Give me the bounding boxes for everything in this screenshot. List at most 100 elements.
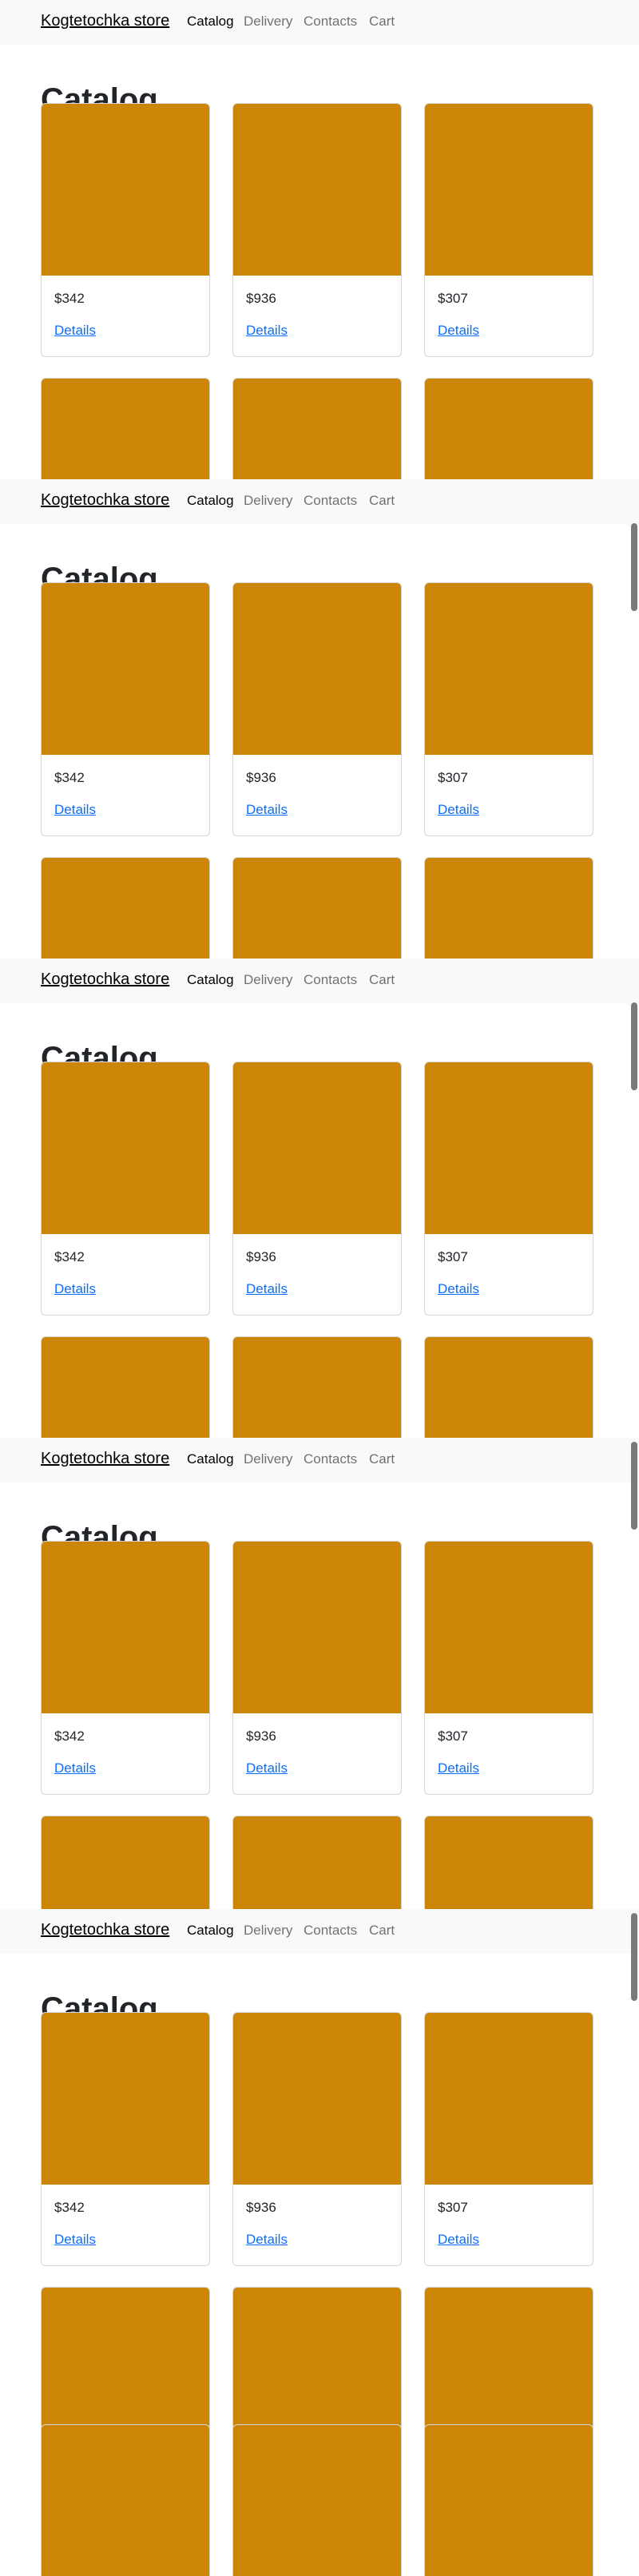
navbar: Kogtetochka store Catalog Delivery Contacts… bbox=[0, 1909, 639, 1954]
scrollbar-thumb[interactable] bbox=[631, 1002, 637, 1090]
scrollbar-thumb[interactable] bbox=[631, 1913, 637, 2001]
details-link[interactable]: Details bbox=[246, 323, 288, 339]
details-link[interactable]: Details bbox=[54, 2232, 96, 2248]
nav-link-catalog[interactable]: Catalog bbox=[187, 14, 234, 30]
nav-link-cart[interactable]: Cart bbox=[369, 1923, 395, 1939]
product-price: $342 bbox=[54, 291, 85, 306]
product-card[interactable]: $936Details bbox=[232, 2424, 402, 2576]
product-price: $307 bbox=[438, 1249, 468, 1264]
nav-link-delivery[interactable]: Delivery bbox=[244, 14, 292, 30]
brand-logo[interactable]: Kogtetochka store bbox=[41, 1450, 169, 1468]
browser-viewport: Kogtetochka store Catalog Delivery Contacts… bbox=[0, 1438, 639, 1909]
nav-link-delivery[interactable]: Delivery bbox=[244, 1923, 292, 1939]
product-card[interactable]: $307Details bbox=[424, 1336, 593, 1438]
product-image bbox=[233, 858, 401, 959]
product-card[interactable]: $307Details bbox=[424, 378, 593, 479]
product-card[interactable]: $936Details bbox=[232, 2012, 402, 2266]
product-card[interactable]: $342 Details bbox=[41, 582, 210, 836]
product-image bbox=[233, 1542, 401, 1713]
browser-viewport: Kogtetochka store Catalog Delivery Contacts… bbox=[0, 1909, 639, 2576]
product-image bbox=[425, 2425, 593, 2576]
product-card[interactable]: $342Details bbox=[41, 1816, 210, 1909]
product-card[interactable]: $342Details bbox=[41, 2424, 210, 2576]
details-link[interactable]: Details bbox=[438, 1281, 479, 1297]
details-link[interactable]: Details bbox=[246, 2232, 288, 2248]
product-image bbox=[425, 104, 593, 276]
nav-link-cart[interactable]: Cart bbox=[369, 14, 395, 30]
product-card[interactable]: $307 Details bbox=[424, 1062, 593, 1316]
product-image bbox=[233, 379, 401, 479]
details-link[interactable]: Details bbox=[246, 1760, 288, 1776]
product-price: $342 bbox=[54, 770, 85, 785]
details-link[interactable]: Details bbox=[438, 1760, 479, 1776]
product-card[interactable]: $342Details bbox=[41, 2012, 210, 2266]
product-price: $936 bbox=[246, 1249, 276, 1264]
details-link[interactable]: Details bbox=[438, 2232, 479, 2248]
nav-link-contacts[interactable]: Contacts bbox=[304, 493, 357, 509]
product-card[interactable]: $936Details bbox=[232, 103, 402, 357]
navbar: Kogtetochka store Catalog Delivery Contacts… bbox=[0, 479, 639, 524]
product-card[interactable]: $307 Details bbox=[424, 2012, 593, 2266]
nav-link-contacts[interactable]: Contacts bbox=[304, 1451, 357, 1467]
nav-link-catalog[interactable]: Catalog bbox=[187, 972, 234, 988]
product-card[interactable]: $342 Details bbox=[41, 1062, 210, 1316]
brand-logo[interactable]: Kogtetochka store bbox=[41, 491, 169, 510]
product-card[interactable]: $307Details bbox=[424, 1541, 593, 1795]
product-card[interactable]: $936Details bbox=[232, 582, 402, 836]
nav-link-contacts[interactable]: Contacts bbox=[304, 972, 357, 988]
product-image bbox=[233, 2013, 401, 2185]
product-image bbox=[42, 1062, 209, 1234]
product-price: $342 bbox=[54, 1729, 85, 1744]
product-card[interactable]: $307Details bbox=[424, 2424, 593, 2576]
product-card[interactable]: $342Details bbox=[41, 857, 210, 959]
product-image bbox=[42, 1542, 209, 1713]
brand-logo[interactable]: Kogtetochka store bbox=[41, 12, 169, 30]
product-image bbox=[42, 104, 209, 276]
details-link[interactable]: Details bbox=[438, 802, 479, 818]
product-card[interactable]: $936Details bbox=[232, 1336, 402, 1438]
nav-link-delivery[interactable]: Delivery bbox=[244, 1451, 292, 1467]
product-card[interactable]: $307Details bbox=[424, 857, 593, 959]
product-card[interactable]: $342 Details bbox=[41, 1541, 210, 1795]
brand-logo[interactable]: Kogtetochka store bbox=[41, 1921, 169, 1939]
details-link[interactable]: Details bbox=[54, 1760, 96, 1776]
details-link[interactable]: Details bbox=[54, 802, 96, 818]
product-image bbox=[425, 1337, 593, 1438]
details-link[interactable]: Details bbox=[54, 323, 96, 339]
details-link[interactable]: Details bbox=[246, 802, 288, 818]
brand-logo[interactable]: Kogtetochka store bbox=[41, 970, 169, 989]
nav-link-cart[interactable]: Cart bbox=[369, 1451, 395, 1467]
product-image bbox=[233, 1816, 401, 1909]
nav-link-cart[interactable]: Cart bbox=[369, 493, 395, 509]
product-card[interactable]: $307Details bbox=[424, 1816, 593, 1909]
nav-link-delivery[interactable]: Delivery bbox=[244, 493, 292, 509]
nav-link-contacts[interactable]: Contacts bbox=[304, 14, 357, 30]
nav-link-contacts[interactable]: Contacts bbox=[304, 1923, 357, 1939]
scrollbar-thumb[interactable] bbox=[631, 523, 637, 611]
product-card[interactable]: $936Details bbox=[232, 1816, 402, 1909]
nav-link-catalog[interactable]: Catalog bbox=[187, 1923, 234, 1939]
product-card[interactable]: $342Details bbox=[41, 378, 210, 479]
product-image bbox=[425, 1816, 593, 1909]
details-link[interactable]: Details bbox=[438, 323, 479, 339]
product-card[interactable]: $936 Details bbox=[232, 1062, 402, 1316]
product-card[interactable]: $936Details bbox=[232, 378, 402, 479]
browser-viewport: Kogtetochka store Catalog Delivery Contacts… bbox=[0, 0, 639, 479]
navbar: Kogtetochka store Catalog Delivery Contacts… bbox=[0, 959, 639, 1003]
nav-link-delivery[interactable]: Delivery bbox=[244, 972, 292, 988]
product-price: $307 bbox=[438, 2200, 468, 2215]
nav-link-catalog[interactable]: Catalog bbox=[187, 1451, 234, 1467]
product-card[interactable]: $936Details bbox=[232, 857, 402, 959]
product-card[interactable]: $307Details bbox=[424, 103, 593, 357]
details-link[interactable]: Details bbox=[246, 1281, 288, 1297]
product-card[interactable]: $342 Details bbox=[41, 103, 210, 357]
product-image bbox=[425, 379, 593, 479]
product-price: $342 bbox=[54, 1249, 85, 1264]
product-card[interactable]: $342Details bbox=[41, 1336, 210, 1438]
nav-link-catalog[interactable]: Catalog bbox=[187, 493, 234, 509]
product-card[interactable]: $936Details bbox=[232, 1541, 402, 1795]
scrollbar-thumb[interactable] bbox=[631, 1442, 637, 1530]
details-link[interactable]: Details bbox=[54, 1281, 96, 1297]
product-card[interactable]: $307Details bbox=[424, 582, 593, 836]
nav-link-cart[interactable]: Cart bbox=[369, 972, 395, 988]
